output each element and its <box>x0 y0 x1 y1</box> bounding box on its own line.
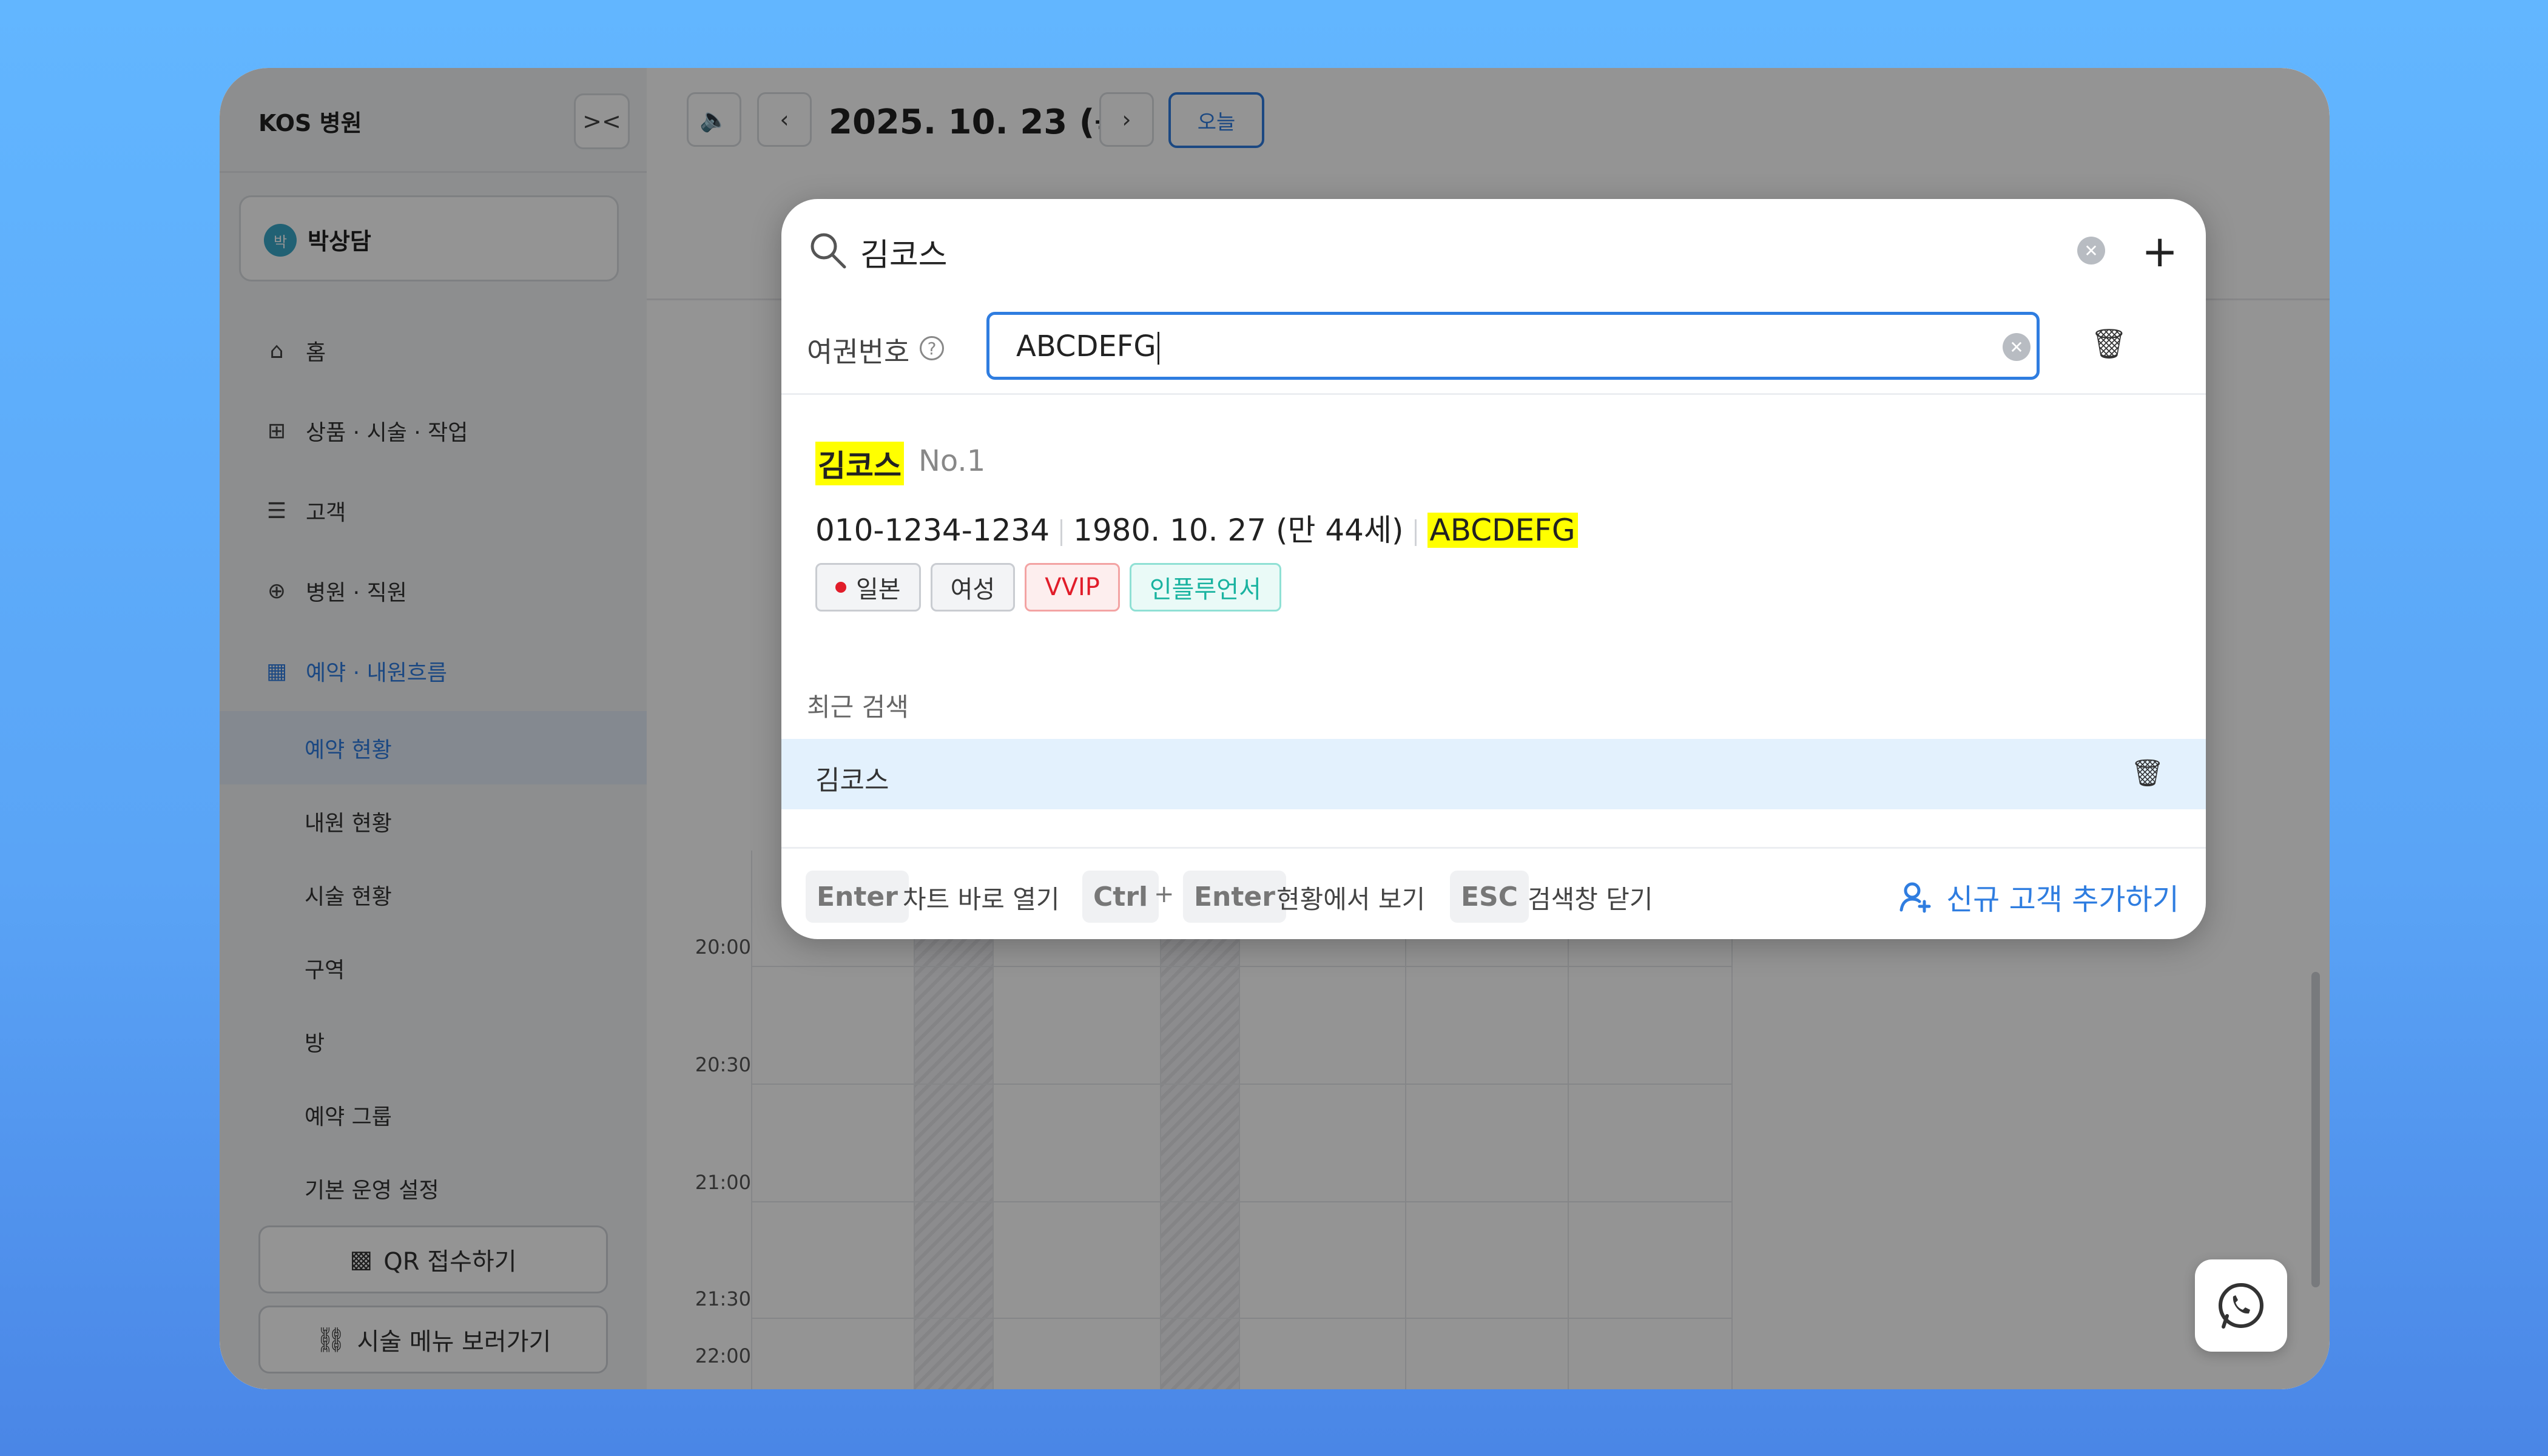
esc-key-badge: ESC <box>1450 871 1529 923</box>
recent-search-text: 김코스 <box>815 765 889 796</box>
whatsapp-icon <box>2219 1283 2263 1329</box>
divider <box>1060 519 1063 546</box>
japan-flag-icon <box>835 582 846 593</box>
passport-filter-text: ABCDEFG <box>1016 329 1156 363</box>
enter-key-badge: Enter <box>806 871 909 923</box>
search-input[interactable]: 김코스 <box>860 229 948 275</box>
esc-key-description: 검색창 닫기 <box>1528 885 1653 914</box>
key-plus: + <box>1154 880 1175 908</box>
help-icon[interactable]: ? <box>920 336 944 360</box>
nationality-tag-label: 일본 <box>856 576 901 604</box>
add-filter-icon[interactable]: + <box>2142 229 2178 273</box>
ctrl-key-badge: Ctrl <box>1082 871 1159 923</box>
delete-filter-icon[interactable]: 🗑 <box>2091 326 2128 361</box>
influencer-tag: 인플루언서 <box>1129 563 1281 612</box>
passport-filter-value: ABCDEFG <box>1016 329 1159 365</box>
shortcut-footer: Enter 차트 바로 열기 Ctrl + Enter 현황에서 보기 ESC … <box>781 847 2206 939</box>
clear-search-icon[interactable]: ✕ <box>2077 237 2105 265</box>
divider <box>1414 519 1417 546</box>
result-name: 김코스 <box>815 442 904 485</box>
filter-row: 여권번호 ? ABCDEFG ✕ 🗑 <box>781 302 2206 395</box>
text-caret <box>1157 332 1159 365</box>
app-window: KOS 병원 >< 박 박상담 ⌂ 홈 ⊞ 상품 · 시술 · 작업 ☰ 고객 ⊕ 병원… <box>220 68 2330 1389</box>
search-icon <box>811 233 846 269</box>
ctrl-enter-key-badge: Enter <box>1183 871 1286 923</box>
add-user-icon <box>1899 882 1931 913</box>
recent-search-item[interactable]: 김코스 🗑 <box>781 739 2206 809</box>
enter-key-description: 차트 바로 열기 <box>903 885 1060 914</box>
ctrl-enter-key-description: 현황에서 보기 <box>1276 885 1426 914</box>
result-passport: ABCDEFG <box>1427 513 1578 548</box>
search-bar: 김코스 ✕ + <box>781 199 2206 302</box>
nationality-tag: 일본 <box>815 563 921 612</box>
clear-filter-icon[interactable]: ✕ <box>2003 333 2031 361</box>
result-details: 010-1234-1234 1980. 10. 27 (만 44세) ABCDEFG <box>815 506 1578 550</box>
result-number: No.1 <box>918 444 986 478</box>
delete-recent-icon[interactable]: 🗑 <box>2131 757 2165 789</box>
passport-filter-input[interactable]: ABCDEFG ✕ <box>986 312 2040 380</box>
recent-search-title: 최근 검색 <box>807 692 909 722</box>
result-tags: 일본 여성 VVIP 인플루언서 <box>815 563 1281 612</box>
filter-label: 여권번호 <box>807 335 910 368</box>
add-customer-button[interactable]: 신규 고객 추가하기 <box>1898 875 2179 918</box>
add-customer-label: 신규 고객 추가하기 <box>1946 883 2179 917</box>
customer-search-modal: 김코스 ✕ + 여권번호 ? ABCDEFG ✕ 🗑 김코스 No.1 010-… <box>781 199 2206 939</box>
vvip-tag: VVIP <box>1025 563 1120 612</box>
gender-tag: 여성 <box>930 563 1016 612</box>
result-phone: 010-1234-1234 <box>815 513 1050 548</box>
whatsapp-button[interactable] <box>2195 1259 2287 1352</box>
result-birth: 1980. 10. 27 (만 44세) <box>1073 513 1404 548</box>
